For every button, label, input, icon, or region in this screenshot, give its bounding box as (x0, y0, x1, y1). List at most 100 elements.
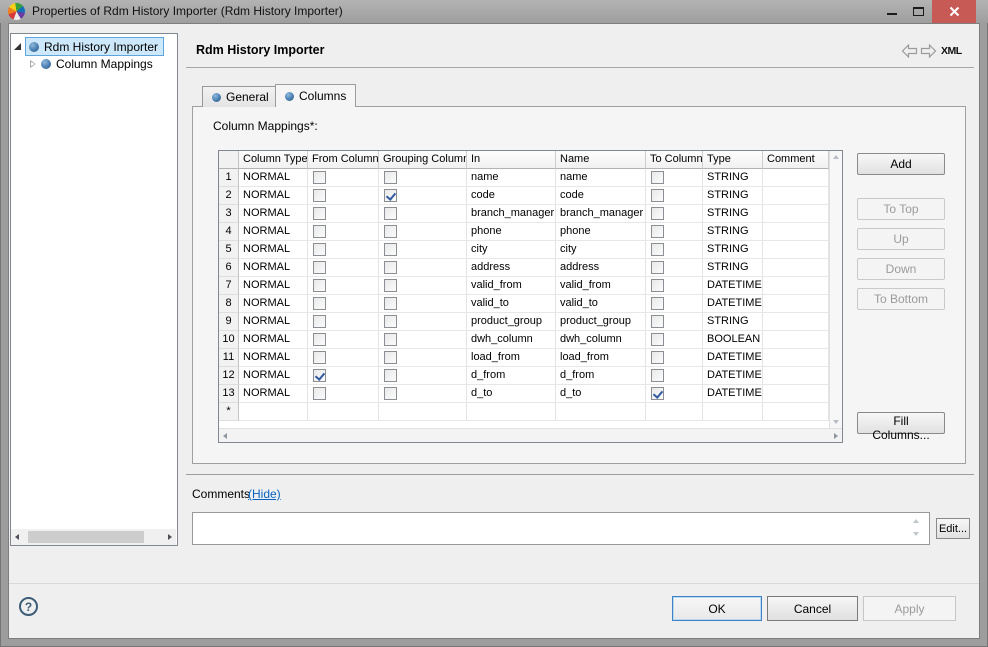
from_column-checkbox[interactable] (313, 171, 326, 184)
cell-in[interactable]: city (467, 241, 556, 259)
cell-name[interactable]: d_to (556, 385, 646, 403)
scroll-down-icon[interactable] (913, 532, 919, 536)
cell-name[interactable]: branch_manager (556, 205, 646, 223)
grouping_column-checkbox[interactable] (384, 189, 397, 202)
add-button[interactable]: Add (857, 153, 945, 175)
cell-name[interactable]: product_group (556, 313, 646, 331)
cell-type[interactable]: STRING (703, 205, 763, 223)
cell-name[interactable]: dwh_column (556, 331, 646, 349)
to_column-checkbox[interactable] (651, 207, 664, 220)
cell-comment[interactable] (763, 259, 829, 277)
cell-in[interactable] (467, 403, 556, 421)
grouping_column-checkbox[interactable] (384, 261, 397, 274)
tree-horizontal-scrollbar[interactable] (11, 529, 176, 545)
cell-comment[interactable] (763, 295, 829, 313)
scroll-down-icon[interactable] (833, 420, 839, 424)
ok-button[interactable]: OK (672, 596, 762, 621)
cell-column_type[interactable]: NORMAL (239, 169, 308, 187)
cell-name[interactable]: valid_to (556, 295, 646, 313)
cell-name[interactable]: load_from (556, 349, 646, 367)
from_column-checkbox[interactable] (313, 207, 326, 220)
cell-in[interactable]: dwh_column (467, 331, 556, 349)
scroll-left-icon[interactable] (223, 433, 227, 439)
help-button[interactable]: ? (19, 597, 38, 616)
cell-comment[interactable] (763, 241, 829, 259)
to_column-checkbox[interactable] (651, 315, 664, 328)
to_column-checkbox[interactable] (651, 171, 664, 184)
cell-in[interactable]: d_to (467, 385, 556, 403)
cell-name[interactable] (556, 403, 646, 421)
cell-type[interactable]: DATETIME (703, 349, 763, 367)
cell-comment[interactable] (763, 385, 829, 403)
cell-type[interactable]: BOOLEAN (703, 331, 763, 349)
edit-comments-button[interactable]: Edit... (936, 518, 970, 539)
cell-type[interactable]: STRING (703, 169, 763, 187)
cell-name[interactable]: code (556, 187, 646, 205)
scroll-up-icon[interactable] (913, 519, 919, 523)
to_column-checkbox[interactable] (651, 333, 664, 346)
to_column-checkbox[interactable] (651, 189, 664, 202)
from_column-checkbox[interactable] (313, 333, 326, 346)
cell-in[interactable]: branch_manager (467, 205, 556, 223)
grouping_column-checkbox[interactable] (384, 225, 397, 238)
column-header-to_column[interactable]: To Column (646, 151, 703, 169)
cell-comment[interactable] (763, 331, 829, 349)
cell-type[interactable]: DATETIME (703, 277, 763, 295)
cell-column_type[interactable]: NORMAL (239, 367, 308, 385)
scroll-left-icon[interactable] (15, 534, 19, 540)
cell-in[interactable]: code (467, 187, 556, 205)
column-header-comment[interactable]: Comment (763, 151, 829, 169)
from_column-checkbox[interactable] (313, 189, 326, 202)
scrollbar-thumb[interactable] (28, 531, 144, 543)
from_column-checkbox[interactable] (313, 261, 326, 274)
cell-column_type[interactable] (239, 403, 308, 421)
from_column-checkbox[interactable] (313, 279, 326, 292)
column-header-name[interactable]: Name (556, 151, 646, 169)
from_column-checkbox[interactable] (313, 351, 326, 364)
cell-comment[interactable] (763, 349, 829, 367)
back-button[interactable] (901, 44, 918, 58)
comments-textarea[interactable] (192, 512, 930, 545)
table-horizontal-scrollbar[interactable] (219, 428, 842, 442)
cell-type[interactable] (703, 403, 763, 421)
tree-item-rdm-history-importer[interactable]: Rdm History Importer (14, 37, 164, 56)
cell-in[interactable]: address (467, 259, 556, 277)
cell-in[interactable]: load_from (467, 349, 556, 367)
cell-type[interactable]: STRING (703, 241, 763, 259)
cancel-button[interactable]: Cancel (767, 596, 858, 621)
cell-comment[interactable] (763, 403, 829, 421)
table-vertical-scrollbar[interactable] (829, 151, 842, 428)
to_column-checkbox[interactable] (651, 279, 664, 292)
column-header-type[interactable]: Type (703, 151, 763, 169)
to_column-checkbox[interactable] (651, 387, 664, 400)
cell-type[interactable]: DATETIME (703, 385, 763, 403)
scroll-right-icon[interactable] (168, 534, 172, 540)
cell-in[interactable]: valid_from (467, 277, 556, 295)
cell-column_type[interactable]: NORMAL (239, 223, 308, 241)
hide-comments-link[interactable]: (Hide) (248, 487, 281, 501)
cell-column_type[interactable]: NORMAL (239, 277, 308, 295)
from_column-checkbox[interactable] (313, 243, 326, 256)
cell-name[interactable]: valid_from (556, 277, 646, 295)
column-header-from_column[interactable]: From Column (308, 151, 379, 169)
cell-type[interactable]: DATETIME (703, 295, 763, 313)
fill-columns-button[interactable]: Fill Columns... (857, 412, 945, 434)
grouping_column-checkbox[interactable] (384, 351, 397, 364)
expand-collapse-icon[interactable] (14, 43, 21, 50)
cell-comment[interactable] (763, 205, 829, 223)
from_column-checkbox[interactable] (313, 315, 326, 328)
scroll-up-icon[interactable] (833, 155, 839, 159)
cell-type[interactable]: STRING (703, 223, 763, 241)
from_column-checkbox[interactable] (313, 369, 326, 382)
column-header-column_type[interactable]: Column Type (239, 151, 308, 169)
cell-column_type[interactable]: NORMAL (239, 313, 308, 331)
from_column-checkbox[interactable] (313, 225, 326, 238)
tab-general[interactable]: General (202, 86, 279, 107)
tree-item-column-mappings[interactable]: Column Mappings (30, 57, 153, 71)
minimize-button[interactable] (878, 0, 905, 23)
cell-in[interactable]: d_from (467, 367, 556, 385)
cell-column_type[interactable]: NORMAL (239, 259, 308, 277)
tab-columns[interactable]: Columns (275, 84, 356, 107)
to_column-checkbox[interactable] (651, 351, 664, 364)
to_column-checkbox[interactable] (651, 297, 664, 310)
